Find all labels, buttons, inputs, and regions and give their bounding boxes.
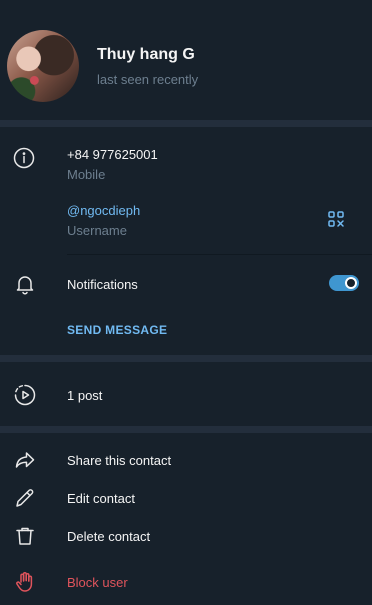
phone-number[interactable]: +84 977625001 [67,147,158,162]
username-label: Username [67,223,127,238]
share-arrow-icon [13,448,37,472]
section-separator [0,120,372,127]
divider [67,254,372,255]
profile-header: Thuy hang G last seen recently [0,0,372,120]
posts-count[interactable]: 1 post [67,388,102,403]
section-separator [0,355,372,362]
toggle-knob [345,277,357,289]
delete-contact-row[interactable] [0,518,372,554]
profile-status: last seen recently [97,72,199,87]
story-play-icon [13,383,37,407]
qr-code-icon[interactable] [326,209,346,229]
phone-label: Mobile [67,167,106,182]
edit-contact-row[interactable] [0,480,372,516]
username-row[interactable] [0,196,372,244]
trash-icon [13,524,37,548]
delete-contact-button[interactable]: Delete contact [67,529,150,544]
profile-name: Thuy hang G [97,46,195,63]
send-message-button[interactable]: SEND MESSAGE [67,323,167,337]
section-separator [0,426,372,433]
bell-icon [13,272,37,296]
block-user-button[interactable]: Block user [67,575,128,590]
username-value[interactable]: @ngocdieph [67,203,140,218]
share-contact-row[interactable] [0,442,372,478]
phone-row[interactable] [0,140,372,188]
block-user-row[interactable] [0,564,372,600]
posts-row[interactable] [0,372,372,418]
avatar[interactable] [7,30,79,102]
edit-contact-button[interactable]: Edit contact [67,491,135,506]
share-contact-button[interactable]: Share this contact [67,453,171,468]
hand-stop-icon [13,570,37,594]
notifications-label: Notifications [67,277,138,292]
notifications-toggle[interactable] [329,275,359,291]
pencil-icon [13,486,37,510]
